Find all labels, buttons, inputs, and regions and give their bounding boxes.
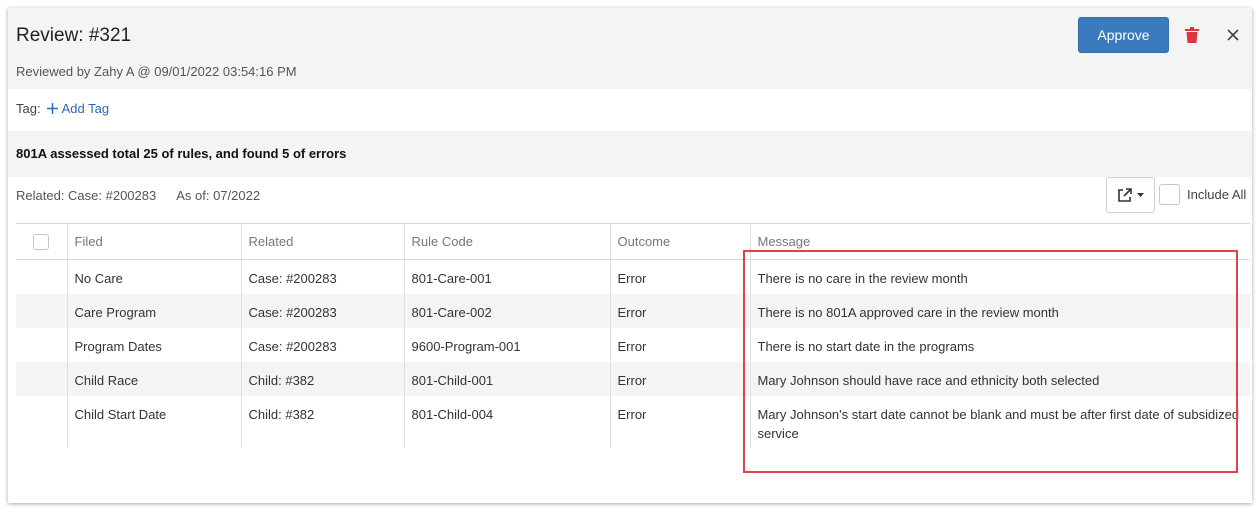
export-dropdown-button[interactable] [1106,177,1155,213]
cell-rule-code: 9600-Program-001 [404,327,611,362]
review-panel: Review: #321 Reviewed by Zahy A @ 09/01/… [8,8,1252,503]
export-icon [1118,188,1132,202]
column-header-related[interactable]: Related [241,223,405,260]
table-row[interactable]: Program Dates Case: #200283 9600-Program… [16,327,1250,362]
cell-filed: No Care [67,259,242,294]
table-header-row: Filed Related Rule Code Outcome Message [16,223,1250,260]
add-tag-label: Add Tag [61,101,110,116]
related-info: Related: Case: #200283 As of: 07/2022 [16,188,260,203]
review-header: Review: #321 Reviewed by Zahy A @ 09/01/… [8,8,1252,89]
page-title: Review: #321 [16,25,132,46]
column-header-message[interactable]: Message [750,223,1250,260]
row-select-cell[interactable] [16,259,68,294]
cell-outcome: Error [610,293,751,328]
table-row[interactable]: Child Race Child: #382 801-Child-001 Err… [16,361,1250,396]
rules-table: Filed Related Rule Code Outcome Message … [16,223,1250,448]
reviewed-by-text: Reviewed by Zahy A @ 09/01/2022 03:54:16… [16,64,297,79]
table-row[interactable]: No Care Case: #200283 801-Care-001 Error… [16,259,1250,294]
select-all-checkbox[interactable] [33,233,50,250]
cell-related: Child: #382 [241,361,405,396]
cell-rule-code: 801-Child-004 [404,395,611,448]
row-select-cell[interactable] [16,395,68,448]
cell-rule-code: 801-Child-001 [404,361,611,396]
plus-icon [46,103,58,114]
tag-label: Tag: [16,101,41,116]
cell-message: There is no start date in the programs [757,338,975,354]
close-icon[interactable] [1226,28,1240,42]
related-case: Related: Case: #200283 [16,188,157,203]
column-header-outcome[interactable]: Outcome [610,223,751,260]
include-all-checkbox[interactable]: Include All [1159,184,1246,205]
cell-filed: Child Start Date [67,395,242,448]
cell-outcome: Error [610,361,751,396]
column-header-rule-code[interactable]: Rule Code [404,223,611,260]
summary-bar: 801A assessed total 25 of rules, and fou… [8,131,1252,177]
approve-button[interactable]: Approve [1078,17,1169,53]
add-tag-link[interactable]: Add Tag [46,101,110,116]
cell-message: Mary Johnson should have race and ethnic… [757,372,1100,388]
cell-outcome: Error [610,259,751,294]
table-row[interactable]: Care Program Case: #200283 801-Care-002 … [16,293,1250,328]
cell-filed: Child Race [67,361,242,396]
cell-related: Child: #382 [241,395,405,448]
select-all-header [16,223,68,260]
cell-message: There is no care in the review month [757,271,968,286]
cell-outcome: Error [610,327,751,362]
cell-related: Case: #200283 [241,259,405,294]
cell-outcome: Error [610,395,751,448]
cell-rule-code: 801-Care-002 [404,293,611,328]
row-select-cell[interactable] [16,327,68,362]
summary-text: 801A assessed total 25 of rules, and fou… [16,146,347,161]
cell-message: There is no 801A approved care in the re… [757,304,1059,320]
tag-row: Tag: Add Tag [16,101,109,116]
cell-message: Mary Johnson's start date cannot be blan… [757,406,1240,441]
cell-filed: Program Dates [67,327,242,362]
cell-filed: Care Program [67,293,242,328]
cell-rule-code: 801-Care-001 [404,259,611,294]
row-select-cell[interactable] [16,293,68,328]
trash-icon[interactable] [1185,27,1199,43]
cell-related: Case: #200283 [241,293,405,328]
row-select-cell[interactable] [16,361,68,396]
column-header-filed[interactable]: Filed [67,223,242,260]
include-all-label: Include All [1187,187,1247,202]
include-all-box[interactable] [1159,184,1180,205]
table-row[interactable]: Child Start Date Child: #382 801-Child-0… [16,395,1250,448]
cell-related: Case: #200283 [241,327,405,362]
as-of-date: As of: 07/2022 [176,188,261,203]
caret-down-icon [1137,193,1144,197]
